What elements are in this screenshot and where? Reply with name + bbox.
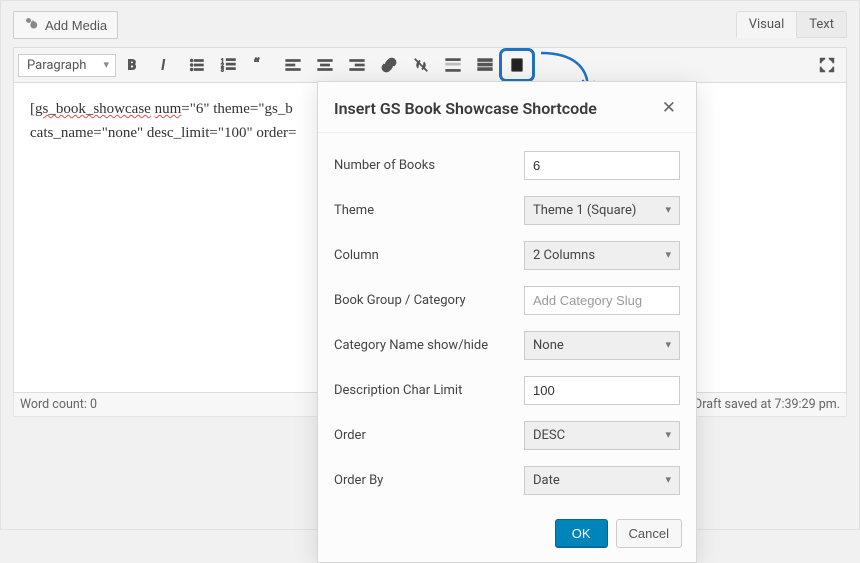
order-by-label: Order By <box>334 473 524 488</box>
add-media-button[interactable]: Add Media <box>13 11 118 39</box>
theme-select[interactable]: Theme 1 (Square) <box>524 196 680 225</box>
media-icon <box>24 16 39 34</box>
italic-button[interactable]: I <box>150 51 180 79</box>
category-label: Book Group / Category <box>334 293 524 308</box>
align-left-button[interactable] <box>278 51 308 79</box>
numbered-list-button[interactable]: 123 <box>214 51 244 79</box>
insert-shortcode-dialog: Insert GS Book Showcase Shortcode ✕ Numb… <box>317 81 697 563</box>
close-icon: ✕ <box>662 98 676 118</box>
dialog-title: Insert GS Book Showcase Shortcode <box>334 99 597 118</box>
bullet-list-button[interactable] <box>182 51 212 79</box>
column-label: Column <box>334 248 524 263</box>
svg-text:3: 3 <box>221 67 224 73</box>
blockquote-button[interactable]: “ <box>246 51 276 79</box>
ok-button[interactable]: OK <box>555 519 608 548</box>
desc-limit-label: Description Char Limit <box>334 383 524 398</box>
readmore-button[interactable] <box>438 51 468 79</box>
block-format-label: Paragraph <box>27 58 86 73</box>
theme-label: Theme <box>334 203 524 218</box>
link-button[interactable] <box>374 51 404 79</box>
dialog-close-button[interactable]: ✕ <box>658 96 680 120</box>
column-select[interactable]: 2 Columns <box>524 241 680 270</box>
align-right-button[interactable] <box>342 51 372 79</box>
order-by-select[interactable]: Date <box>524 466 680 495</box>
cat-show-select[interactable]: None <box>524 331 680 360</box>
svg-text:B: B <box>128 58 137 74</box>
svg-text:I: I <box>161 58 165 74</box>
order-select[interactable]: DESC <box>524 421 680 450</box>
num-books-label: Number of Books <box>334 158 524 173</box>
editor-mode-tabs: Visual Text <box>736 11 847 38</box>
desc-limit-input[interactable] <box>524 376 680 405</box>
editor-toolbar: Paragraph B I 123 “ <box>13 47 847 83</box>
tab-text[interactable]: Text <box>797 11 847 38</box>
cancel-button[interactable]: Cancel <box>616 519 682 548</box>
order-label: Order <box>334 428 524 443</box>
fullscreen-button[interactable] <box>812 51 842 79</box>
align-center-button[interactable] <box>310 51 340 79</box>
add-media-label: Add Media <box>45 18 107 33</box>
bold-button[interactable]: B <box>118 51 148 79</box>
block-format-select[interactable]: Paragraph <box>18 54 116 77</box>
num-books-input[interactable] <box>524 151 680 180</box>
unlink-button[interactable] <box>406 51 436 79</box>
svg-text:“: “ <box>254 56 260 74</box>
word-count: Word count: 0 <box>20 397 97 412</box>
category-input[interactable] <box>524 286 680 315</box>
toggle-toolbar-button[interactable] <box>470 51 500 79</box>
cat-show-label: Category Name show/hide <box>334 338 524 353</box>
tab-visual[interactable]: Visual <box>736 11 798 38</box>
gs-book-showcase-button[interactable] <box>502 51 532 79</box>
draft-saved-time: Draft saved at 7:39:29 pm. <box>694 397 840 412</box>
